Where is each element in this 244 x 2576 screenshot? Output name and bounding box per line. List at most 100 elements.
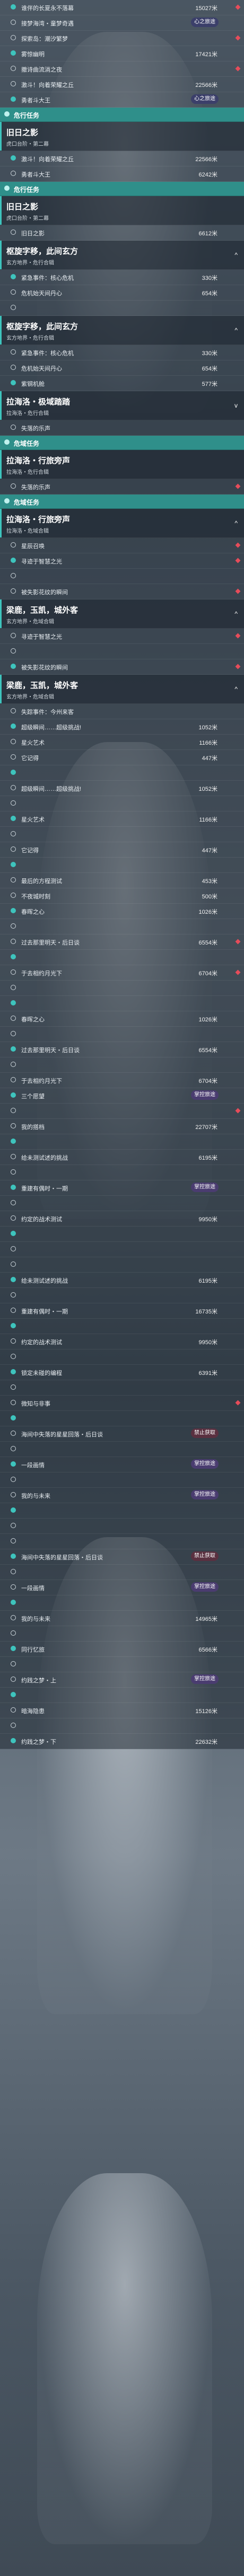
quest-row[interactable] <box>0 1519 244 1534</box>
quest-row[interactable] <box>0 1718 244 1734</box>
quest-row[interactable] <box>0 827 244 842</box>
quest-row[interactable] <box>0 950 244 965</box>
quest-row[interactable] <box>0 644 244 659</box>
quest-row[interactable]: 不夜城时刻 500米 <box>0 888 244 904</box>
quest-row[interactable]: 失落的乐声 <box>0 479 244 495</box>
quest-row[interactable]: 锁定未碰的编程 6391米 <box>0 1365 244 1380</box>
quest-row[interactable] <box>0 1688 244 1703</box>
quest-row[interactable] <box>0 919 244 934</box>
quest-row[interactable]: 约定的战术测试 9950米 <box>0 1334 244 1349</box>
quest-row[interactable]: 一段画情22559米掌控旅途 <box>0 1457 244 1472</box>
chapter-header[interactable]: 拉海洛・行旅旁声 拉海洛・危域合辑 ^ <box>0 509 244 538</box>
quest-row[interactable] <box>0 1057 244 1073</box>
chapter-header[interactable]: 旧日之影 虎口台阶・第二幕 <box>0 196 244 225</box>
quest-row[interactable] <box>0 1534 244 1549</box>
quest-row[interactable]: 我的与未来14965米掌控旅途 <box>0 1488 244 1503</box>
quest-row[interactable]: 寻迹于智慧之光 <box>0 553 244 569</box>
quest-row[interactable] <box>0 1442 244 1457</box>
chapter-header[interactable]: 拉海洛・行旅旁声 拉海洛・危行合辑 <box>0 450 244 479</box>
quest-row[interactable]: 三个愿望22557米掌控旅途 <box>0 1088 244 1104</box>
quest-row[interactable] <box>0 1288 244 1303</box>
quest-row[interactable]: 过去那里明天・后日谈 6554米 <box>0 1042 244 1057</box>
quest-row[interactable]: 约定的战术测试 9950米 <box>0 1211 244 1227</box>
chevron-up-icon[interactable]: ^ <box>234 610 238 617</box>
quest-row[interactable] <box>0 1227 244 1242</box>
quest-row[interactable]: 暗海隐患 15126米 <box>0 1703 244 1718</box>
quest-row[interactable]: 星辰召唤 <box>0 538 244 553</box>
quest-row[interactable] <box>0 1319 244 1334</box>
quest-row[interactable]: 雾惊幽明 17421米 <box>0 46 244 61</box>
quest-row[interactable] <box>0 1134 244 1150</box>
quest-row[interactable]: 撤诗曲流淌之夜 <box>0 61 244 77</box>
quest-row[interactable]: 紧急事件：核心危机 330米 <box>0 345 244 360</box>
quest-row[interactable]: 最后的方程测试 453米 <box>0 873 244 888</box>
quest-row[interactable] <box>0 1503 244 1519</box>
quest-row[interactable]: 它记得 447米 <box>0 842 244 858</box>
quest-row[interactable]: 于去相约月光下 6704米 <box>0 1073 244 1088</box>
quest-row[interactable]: 星火艺术 1166米 <box>0 735 244 750</box>
quest-row[interactable] <box>0 1027 244 1042</box>
quest-row[interactable]: 给未测试述的挑战 6195米 <box>0 1150 244 1165</box>
quest-row[interactable]: 星火艺术 1166米 <box>0 811 244 827</box>
quest-row[interactable]: 勇者斗大王6242米心之旅途 <box>0 92 244 108</box>
quest-row[interactable]: 紫钢机舱 577米 <box>0 376 244 391</box>
quest-row[interactable] <box>0 1257 244 1273</box>
quest-row[interactable]: 危机始天间丹心 654米 <box>0 360 244 376</box>
quest-row[interactable]: 重建有偶时・一期16735米掌控旅途 <box>0 1180 244 1196</box>
quest-row[interactable]: 失踪事件：今州来客 <box>0 704 244 719</box>
chevron-down-icon[interactable]: v <box>234 402 238 409</box>
quest-row[interactable]: 一段画情22559米掌控旅途 <box>0 1580 244 1595</box>
quest-row[interactable] <box>0 1380 244 1396</box>
quest-row[interactable]: 激斗！向着荣耀之丘 22566米 <box>0 77 244 92</box>
quest-row[interactable]: 微知与非事 <box>0 1396 244 1411</box>
quest-row[interactable]: 春晖之心 1026米 <box>0 904 244 919</box>
quest-row[interactable]: 失落的乐声 <box>0 420 244 436</box>
chevron-up-icon[interactable]: ^ <box>234 519 238 527</box>
quest-row[interactable]: 我的与未来 14965米 <box>0 1611 244 1626</box>
quest-row[interactable]: 约践之梦・上22760米掌控旅途 <box>0 1672 244 1688</box>
quest-row[interactable] <box>0 858 244 873</box>
quest-row[interactable] <box>0 1165 244 1180</box>
quest-row[interactable]: 我的搭档 22707米 <box>0 1119 244 1134</box>
quest-row[interactable]: 谁伴的长夏永不落幕 15027米 <box>0 0 244 15</box>
quest-row[interactable]: 激斗！向着荣耀之丘 22566米 <box>0 151 244 166</box>
quest-row[interactable]: 重建有偶时・一期 16735米 <box>0 1303 244 1319</box>
quest-row[interactable]: 寻迹于智慧之光 <box>0 629 244 644</box>
quest-row[interactable] <box>0 981 244 996</box>
quest-row[interactable] <box>0 1595 244 1611</box>
quest-row[interactable] <box>0 1349 244 1365</box>
chapter-header[interactable]: 梁鹿，玉凯，城外客 玄方地界・危域合辑 ^ <box>0 675 244 704</box>
quest-row[interactable] <box>0 1242 244 1257</box>
chevron-up-icon[interactable]: ^ <box>234 251 238 259</box>
quest-row[interactable]: 它记得 447米 <box>0 750 244 765</box>
quest-row[interactable]: 勇者斗大王 6242米 <box>0 166 244 182</box>
quest-row[interactable]: 过去那里明天・后日谈 6554米 <box>0 934 244 950</box>
quest-row[interactable] <box>0 1657 244 1672</box>
quest-row[interactable]: 超级瞬间……超级挑战! 1052米 <box>0 719 244 735</box>
quest-row[interactable]: 被失影花纹的瞬间 <box>0 659 244 675</box>
quest-row[interactable] <box>0 796 244 811</box>
chapter-header[interactable]: 枢旋字移，此间玄方 玄方地界・危行合辑 ^ <box>0 241 244 270</box>
quest-row[interactable]: 约践之梦・下 22632米 <box>0 1734 244 1749</box>
quest-row[interactable]: 被失影花纹的瞬间 <box>0 584 244 599</box>
quest-row[interactable] <box>0 765 244 781</box>
quest-row[interactable]: 给未测试述的挑战 6195米 <box>0 1273 244 1288</box>
quest-row[interactable] <box>0 1411 244 1426</box>
quest-row[interactable]: 春晖之心 1026米 <box>0 1011 244 1027</box>
quest-row[interactable]: 海间中失落的星星回落・后日谈9925米禁止获取 <box>0 1549 244 1565</box>
quest-row[interactable]: 紧急事件：核心危机 330米 <box>0 270 244 285</box>
quest-row[interactable] <box>0 1565 244 1580</box>
quest-row[interactable] <box>0 996 244 1011</box>
quest-row[interactable]: 危机始天间丹心 654米 <box>0 285 244 301</box>
quest-row[interactable] <box>0 1626 244 1642</box>
quest-row[interactable]: 探索岛：潮汐繁梦 <box>0 31 244 46</box>
quest-row[interactable] <box>0 1472 244 1488</box>
quest-row[interactable]: 同行忆旅 6566米 <box>0 1642 244 1657</box>
quest-row[interactable] <box>0 1196 244 1211</box>
quest-row[interactable] <box>0 1104 244 1119</box>
quest-row[interactable]: 海间中失落的星星回落・后日谈9925米禁止获取 <box>0 1426 244 1442</box>
chapter-header[interactable]: 枢旋字移，此间玄方 玄方地界・危行合辑 ^ <box>0 316 244 345</box>
quest-row[interactable] <box>0 569 244 584</box>
chapter-header[interactable]: 梁鹿，玉凯，城外客 玄方地界・危域合辑 ^ <box>0 599 244 629</box>
chapter-header[interactable]: 旧日之影 虎口台阶・第二幕 <box>0 122 244 151</box>
